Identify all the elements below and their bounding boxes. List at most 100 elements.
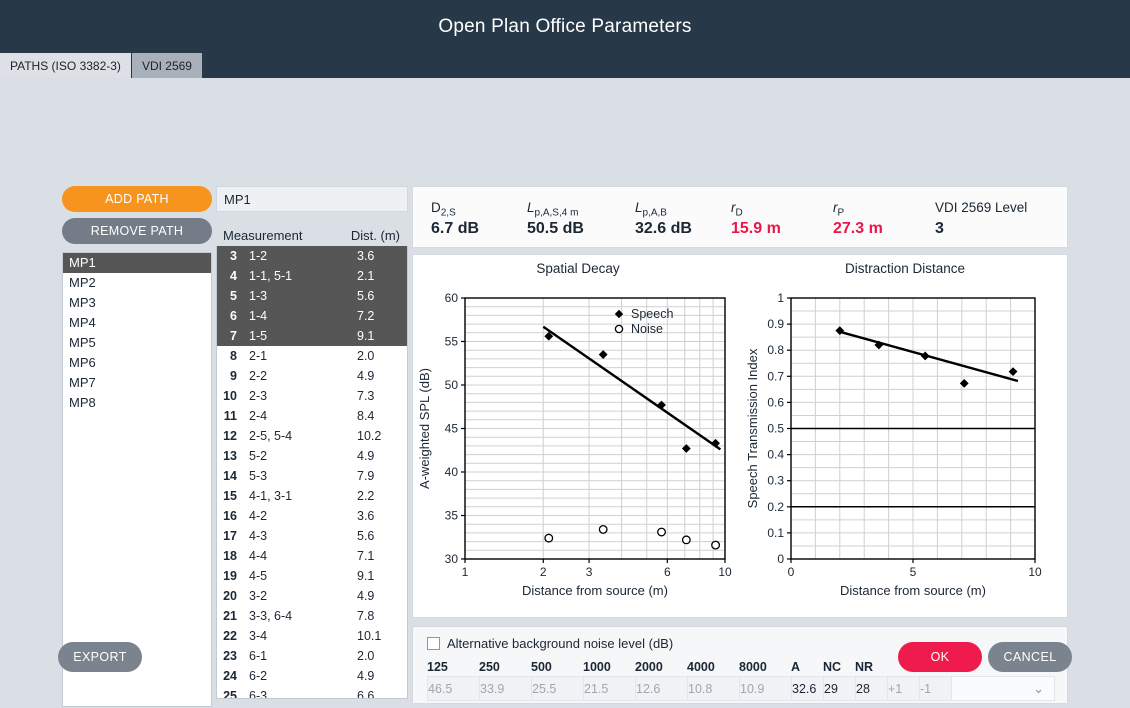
parameter-cell: Lp,A,S,4 m 50.5 dB (527, 196, 635, 238)
path-list-item[interactable]: MP6 (63, 353, 211, 373)
measurement-label: 1-1, 5-1 (249, 269, 293, 283)
measurement-distance: 4.9 (357, 449, 375, 463)
measurement-row[interactable]: 6 1-4 7.2 (217, 306, 407, 326)
measurement-row[interactable]: 9 2-2 4.9 (217, 366, 407, 386)
charts-panel: Spatial Decay 30 35 40 45 50 55 60 1 2 3 6 10 Distan… (412, 254, 1068, 618)
measurement-distance: 2.2 (357, 489, 375, 503)
measurement-distance: 3.6 (357, 509, 375, 523)
measurement-row[interactable]: 19 4-5 9.1 (217, 566, 407, 586)
measurement-row[interactable]: 12 2-5, 5-4 10.2 (217, 426, 407, 446)
measurement-label: 3-3, 6-4 (249, 609, 293, 623)
svg-text:10: 10 (1028, 565, 1042, 579)
svg-text:50: 50 (445, 378, 459, 392)
svg-text:A-weighted SPL (dB): A-weighted SPL (dB) (417, 368, 432, 489)
path-list-item[interactable]: MP5 (63, 333, 211, 353)
measurement-index: 7 (230, 329, 237, 343)
measurement-distance: 7.2 (357, 309, 375, 323)
path-list-item[interactable]: MP7 (63, 373, 211, 393)
measurement-index: 13 (223, 449, 237, 463)
measurement-row[interactable]: 17 4-3 5.6 (217, 526, 407, 546)
measurement-label: 5-2 (249, 449, 268, 463)
measurement-index: 19 (223, 569, 237, 583)
measurement-row[interactable]: 4 1-1, 5-1 2.1 (217, 266, 407, 286)
measurement-row[interactable]: 14 5-3 7.9 (217, 466, 407, 486)
parameter-value: 27.3 m (833, 220, 883, 237)
parameter-summary-bar: D2,S 6.7 dB Lp,A,S,4 m 50.5 dB Lp,A,B 32.6 dB… (412, 186, 1068, 248)
spatial-decay-chart: Spatial Decay 30 35 40 45 50 55 60 1 2 3 6 10 Distan… (413, 255, 743, 617)
measurement-row[interactable]: 8 2-1 2.0 (217, 346, 407, 366)
measurement-index: 12 (223, 429, 237, 443)
cancel-button[interactable]: CANCEL (988, 642, 1072, 672)
measurement-index: 5 (230, 289, 237, 303)
spatial-decay-title: Spatial Decay (536, 261, 620, 276)
svg-text:60: 60 (445, 291, 459, 305)
measurement-label: 4-5 (249, 569, 268, 583)
results-panel: D2,S 6.7 dB Lp,A,S,4 m 50.5 dB Lp,A,B 32.6 dB… (412, 186, 1068, 704)
path-list-item[interactable]: MP3 (63, 293, 211, 313)
measurement-index: 18 (223, 549, 237, 563)
export-button[interactable]: EXPORT (58, 642, 142, 672)
measurement-distance: 7.3 (357, 389, 375, 403)
svg-text:0.9: 0.9 (767, 317, 784, 331)
measurement-label: 4-3 (249, 529, 268, 543)
svg-text:0.5: 0.5 (767, 422, 784, 436)
path-name-input[interactable]: MP1 (216, 186, 408, 212)
parameter-value: 32.6 dB (635, 220, 692, 237)
parameter-label: D2,S (431, 200, 456, 219)
column-header-distance: Dist. (m) (350, 228, 400, 243)
measurement-index: 10 (223, 389, 237, 403)
measurement-label: 1-4 (249, 309, 268, 323)
measurement-distance: 7.9 (357, 469, 375, 483)
page-title: Open Plan Office Parameters (438, 15, 692, 37)
svg-text:1: 1 (777, 291, 784, 305)
distraction-distance-title: Distraction Distance (844, 261, 966, 276)
measurement-row[interactable]: 3 1-2 3.6 (217, 246, 407, 266)
svg-text:0.3: 0.3 (767, 474, 784, 488)
measurement-row[interactable]: 10 2-3 7.3 (217, 386, 407, 406)
svg-text:Speech: Speech (631, 307, 673, 321)
measurement-distance: 8.4 (357, 409, 375, 423)
measurement-row[interactable]: 11 2-4 8.4 (217, 406, 407, 426)
svg-text:0: 0 (777, 552, 784, 566)
svg-text:0: 0 (788, 565, 795, 579)
measurement-index: 11 (223, 409, 237, 423)
tab-vdi-2569[interactable]: VDI 2569 (131, 53, 203, 78)
parameter-value: 3 (935, 220, 944, 237)
svg-text:35: 35 (445, 509, 459, 523)
svg-text:55: 55 (445, 335, 459, 349)
ok-button[interactable]: OK (898, 642, 982, 672)
measurement-distance: 4.9 (357, 369, 375, 383)
parameter-value: 6.7 dB (431, 220, 480, 237)
measurement-row[interactable]: 18 4-4 7.1 (217, 546, 407, 566)
measurement-distance: 9.1 (357, 569, 375, 583)
measurement-row[interactable]: 21 3-3, 6-4 7.8 (217, 606, 407, 626)
svg-text:40: 40 (445, 465, 459, 479)
parameter-cell: rD 15.9 m (731, 196, 833, 238)
svg-text:45: 45 (445, 422, 459, 436)
measurement-row[interactable]: 13 5-2 4.9 (217, 446, 407, 466)
add-path-button[interactable]: ADD PATH (62, 186, 212, 212)
measurement-row[interactable]: 15 4-1, 3-1 2.2 (217, 486, 407, 506)
svg-text:10: 10 (718, 565, 732, 579)
svg-text:3: 3 (586, 565, 593, 579)
measurement-index: 9 (230, 369, 237, 383)
measurement-label: 2-5, 5-4 (249, 429, 293, 443)
parameter-cell: D2,S 6.7 dB (431, 196, 527, 238)
measurement-label: 2-4 (249, 409, 268, 423)
path-list-item[interactable]: MP8 (63, 393, 211, 413)
parameter-label: VDI 2569 Level (935, 200, 1028, 215)
path-list-item[interactable]: MP2 (63, 273, 211, 293)
measurement-row[interactable]: 5 1-3 5.6 (217, 286, 407, 306)
measurement-distance: 5.6 (357, 289, 375, 303)
svg-text:Noise: Noise (631, 322, 663, 336)
remove-path-button[interactable]: REMOVE PATH (62, 218, 212, 244)
svg-text:6: 6 (664, 565, 671, 579)
measurement-row[interactable]: 20 3-2 4.9 (217, 586, 407, 606)
path-list-item[interactable]: MP4 (63, 313, 211, 333)
measurement-index: 21 (223, 609, 237, 623)
tab-paths[interactable]: PATHS (ISO 3382-3) (0, 53, 132, 78)
parameter-label: Lp,A,B (635, 200, 667, 219)
path-list-item[interactable]: MP1 (63, 253, 211, 273)
measurement-row[interactable]: 16 4-2 3.6 (217, 506, 407, 526)
measurement-row[interactable]: 7 1-5 9.1 (217, 326, 407, 346)
